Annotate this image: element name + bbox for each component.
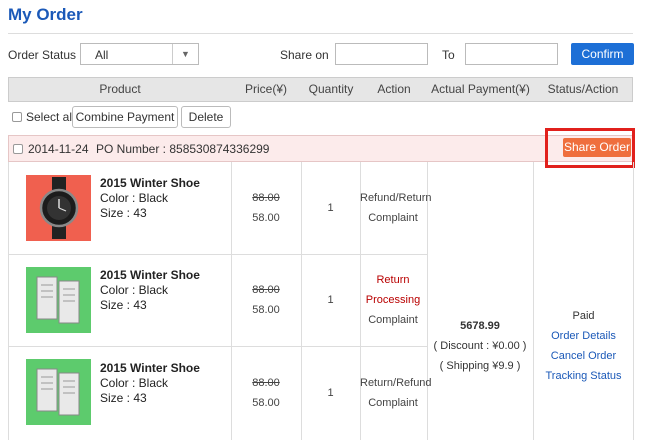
complaint-link[interactable]: Complaint	[360, 397, 426, 409]
divider	[8, 254, 427, 255]
share-order-button[interactable]: Share Order	[563, 138, 631, 157]
order-status-value: All	[95, 48, 109, 62]
product-color: Color : Black	[100, 191, 169, 205]
delete-button[interactable]: Delete	[181, 106, 231, 128]
order-date: 2014-11-24	[28, 142, 89, 156]
header-actual-payment: Actual Payment(¥)	[431, 82, 530, 96]
combine-payment-button[interactable]: Combine Payment	[72, 106, 178, 128]
return-refund-link[interactable]: Return/Refund	[360, 377, 432, 389]
heater-icon	[36, 368, 80, 416]
watch-icon	[39, 177, 79, 239]
complaint-link[interactable]: Complaint	[360, 314, 426, 326]
share-on-label: Share on	[280, 48, 329, 62]
order-status-label: Order Status	[8, 48, 77, 62]
header-price: Price(¥)	[244, 82, 287, 96]
header-action: Action	[377, 82, 411, 96]
payment-shipping: ( Shipping ¥9.9 )	[439, 360, 521, 372]
payment-total: 5678.99	[460, 320, 500, 332]
item-quantity: 1	[327, 294, 334, 306]
share-on-from-input[interactable]	[335, 43, 428, 65]
order-details-link[interactable]: Order Details	[534, 330, 633, 342]
current-price: 58.00	[252, 212, 280, 224]
divider	[8, 162, 9, 440]
item-quantity: 1	[327, 202, 334, 214]
item-quantity: 1	[327, 387, 334, 399]
table-header: Product Price(¥) Quantity Action Actual …	[8, 77, 633, 102]
to-label: To	[442, 48, 455, 62]
product-size: Size : 43	[100, 391, 147, 405]
order-header: 2014-11-24 PO Number : 858530874336299	[8, 135, 633, 162]
original-price: 88.00	[252, 284, 280, 296]
select-all-label[interactable]: Select all	[26, 110, 75, 124]
order-status-select[interactable]: All ▼	[80, 43, 199, 65]
product-size: Size : 43	[100, 206, 147, 220]
complaint-link[interactable]: Complaint	[360, 212, 426, 224]
order-status: Paid	[572, 310, 595, 322]
page-title: My Order	[8, 5, 83, 24]
product-name[interactable]: 2015 Winter Shoe	[100, 268, 200, 282]
refund-return-link[interactable]: Refund/Return	[360, 192, 432, 204]
cancel-order-link[interactable]: Cancel Order	[534, 350, 633, 362]
product-name[interactable]: 2015 Winter Shoe	[100, 361, 200, 375]
product-thumbnail[interactable]	[26, 359, 91, 425]
product-color: Color : Black	[100, 376, 169, 390]
po-number: PO Number : 858530874336299	[96, 142, 270, 156]
order-checkbox[interactable]	[13, 144, 23, 154]
product-size: Size : 43	[100, 298, 147, 312]
header-product: Product	[99, 82, 141, 96]
chevron-down-icon[interactable]: ▼	[172, 44, 198, 64]
header-status-action: Status/Action	[547, 82, 619, 96]
divider	[633, 162, 634, 440]
product-name[interactable]: 2015 Winter Shoe	[100, 176, 200, 190]
title-divider	[8, 33, 633, 34]
tracking-status-link[interactable]: Tracking Status	[534, 370, 633, 382]
payment-discount: ( Discount : ¥0.00 )	[433, 340, 527, 352]
product-thumbnail[interactable]	[26, 175, 91, 241]
product-color: Color : Black	[100, 283, 169, 297]
share-on-to-input[interactable]	[465, 43, 558, 65]
confirm-button[interactable]: Confirm	[571, 43, 634, 65]
product-thumbnail[interactable]	[26, 267, 91, 333]
processing-status: Processing	[365, 294, 421, 306]
divider	[533, 162, 534, 440]
original-price: 88.00	[252, 192, 280, 204]
return-status: Return	[376, 274, 410, 286]
heater-icon	[36, 276, 80, 324]
select-all-checkbox[interactable]	[12, 112, 22, 122]
divider	[8, 346, 427, 347]
current-price: 58.00	[252, 397, 280, 409]
header-quantity: Quantity	[308, 82, 354, 96]
original-price: 88.00	[252, 377, 280, 389]
current-price: 58.00	[252, 304, 280, 316]
share-order-highlight: Share Order	[545, 128, 635, 168]
